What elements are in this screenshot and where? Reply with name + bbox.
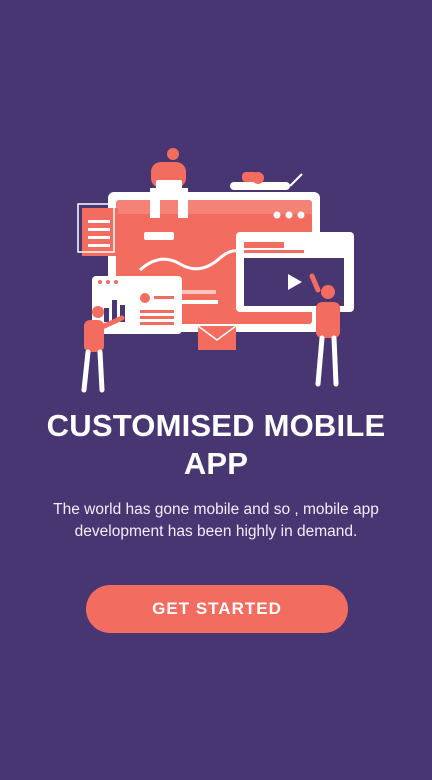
page-title: CUSTOMISED MOBILE APP	[46, 408, 386, 481]
description-text: The world has gone mobile and so , mobil…	[53, 501, 379, 540]
lying-person-figure	[230, 172, 303, 190]
hero-illustration	[77, 148, 354, 393]
mail-icon	[197, 325, 237, 350]
onboarding-screen: CUSTOMISED MOBILE APP The world has gone…	[0, 0, 432, 780]
get-started-button[interactable]: GET STARTED	[86, 585, 348, 633]
video-window	[236, 232, 354, 312]
document-icon	[77, 203, 118, 256]
